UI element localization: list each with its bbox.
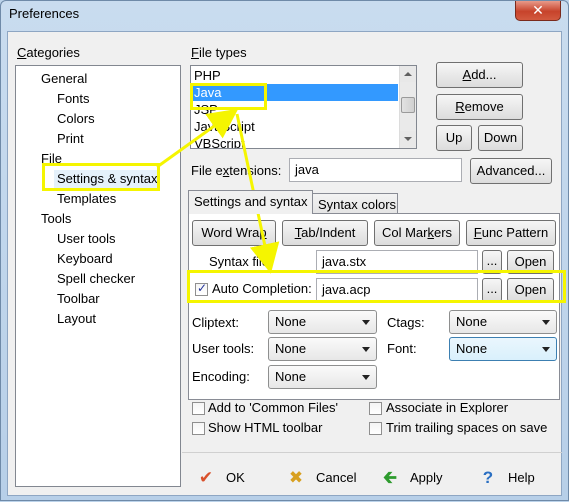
tab-settings-and-syntax[interactable]: Settings and syntax — [188, 190, 313, 214]
annotation-arrows — [156, 108, 280, 274]
preferences-window: Preferences ✕ Categories General Fonts Col… — [0, 0, 569, 501]
tab-settings-label: Settings and syntax — [194, 194, 308, 209]
annotation-arrow-1 — [156, 108, 239, 169]
